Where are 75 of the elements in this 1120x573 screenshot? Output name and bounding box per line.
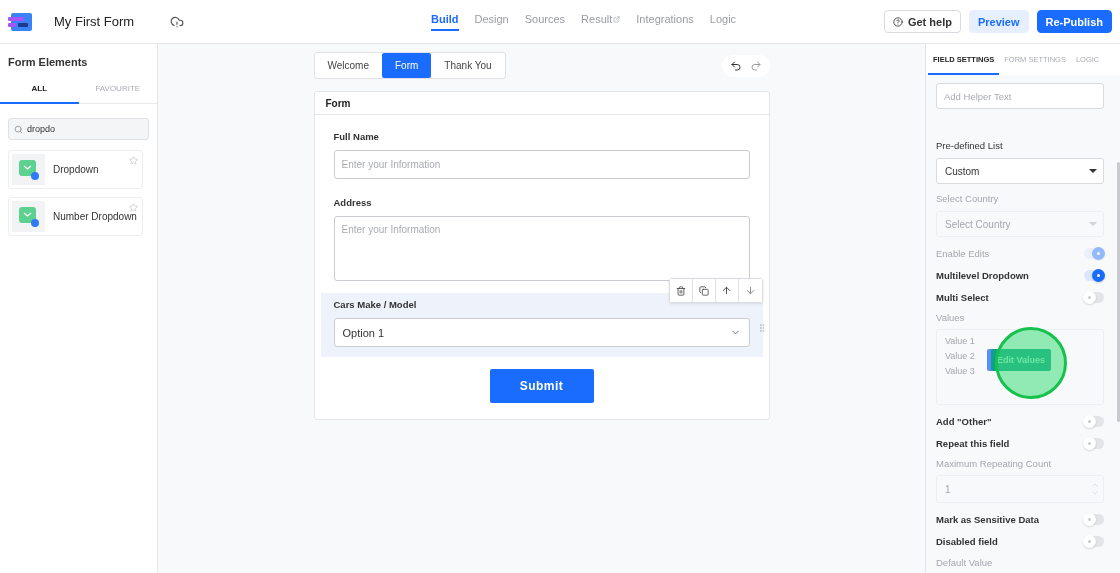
redo-icon[interactable] (749, 59, 762, 72)
setting-label: Disabled field (936, 535, 998, 547)
value-text: Value 3 (945, 366, 975, 376)
toggle-switch[interactable] (1084, 513, 1104, 525)
step-tab[interactable]: Form (382, 53, 432, 78)
toggle-switch[interactable] (1084, 415, 1104, 427)
toggle-switch[interactable] (1084, 535, 1104, 547)
element-label: Dropdown (53, 164, 99, 175)
setting-label: Repeat this field (936, 437, 1010, 449)
setting-label: Pre-defined List (936, 140, 1004, 151)
move-up-button[interactable] (715, 279, 739, 302)
helper-text-field[interactable]: Add Helper Text (936, 83, 1104, 109)
number-field[interactable]: 1 (936, 475, 1104, 503)
step-tab[interactable]: Welcome (314, 53, 382, 78)
setting-label: Select Country (936, 193, 1000, 204)
field-label: Cars Make / Model (333, 299, 418, 310)
sidebar-title: Form Elements (8, 56, 89, 68)
field-label: Address (333, 197, 373, 208)
cloud-alert-icon[interactable] (170, 14, 185, 29)
header-button[interactable]: Get help (883, 10, 961, 33)
setting-select[interactable]: Custom (936, 158, 1104, 184)
search-field[interactable]: dropdo (8, 118, 149, 140)
duplicate-button[interactable] (692, 279, 716, 302)
header-button[interactable]: Re-Publish (1036, 10, 1112, 33)
setting-label: Enable Edits (936, 247, 990, 259)
element-item[interactable]: Number Dropdown (8, 197, 143, 236)
nav-tab[interactable]: Design (474, 0, 509, 43)
setting-label: Add "Other" (936, 415, 992, 427)
form-title: My First Form (54, 14, 135, 29)
value-text: Value 1 (945, 336, 975, 346)
copy-icon (698, 285, 709, 296)
nav-tab[interactable]: Integrations (636, 0, 694, 43)
element-item[interactable]: Dropdown (8, 150, 143, 189)
trash-icon (675, 285, 686, 296)
setting-label: Maximum Repeating Count (936, 458, 1053, 469)
value-text: Value 2 (945, 351, 975, 361)
nav-tab[interactable]: Sources (524, 0, 566, 43)
setting-label: Values (936, 312, 966, 323)
card-title: Form (314, 92, 769, 115)
dropdown-element-icon (12, 201, 45, 232)
toggle-switch[interactable] (1084, 291, 1104, 303)
arrow-up-icon (721, 285, 732, 296)
search-icon (14, 125, 23, 134)
header-button[interactable]: Preview (968, 10, 1029, 33)
caret-icon (1089, 169, 1097, 173)
nav-tab[interactable]: Build (431, 0, 459, 43)
sidebar-tab[interactable]: FAVOURITE (78, 76, 157, 104)
down-icon (1091, 489, 1099, 497)
sidebar-tab[interactable]: ALL (0, 76, 79, 104)
step-tab[interactable]: Thank You (431, 53, 505, 78)
setting-label: Default Value (936, 557, 994, 568)
toggle-switch[interactable] (1084, 269, 1104, 281)
logo-icon (8, 12, 32, 31)
nav-tab[interactable]: Result (581, 0, 621, 43)
toggle-switch[interactable] (1084, 437, 1104, 449)
star-icon[interactable] (129, 203, 138, 212)
up-icon (1091, 481, 1099, 489)
setting-label: Multilevel Dropdown (936, 269, 1029, 281)
undo-icon[interactable] (729, 59, 742, 72)
element-label: Number Dropdown (53, 211, 137, 222)
setting-label: Multi Select (936, 291, 989, 303)
delete-button[interactable] (669, 279, 693, 302)
arrow-down-icon (744, 285, 756, 296)
dropdown-field[interactable]: Option 1 (333, 318, 750, 347)
textarea-field[interactable]: Enter your Information (333, 216, 750, 281)
move-down-button[interactable] (738, 279, 762, 302)
help-icon (892, 16, 903, 27)
nav-tab[interactable]: Logic (709, 0, 737, 43)
dropdown-element-icon (12, 154, 45, 185)
setting-label: Mark as Sensitive Data (936, 513, 1039, 525)
star-icon[interactable] (129, 156, 138, 165)
field-label: Full Name (333, 131, 380, 142)
text-field[interactable]: Enter your Information (333, 150, 750, 179)
submit-button[interactable]: Submit (489, 369, 594, 403)
caret-icon (1089, 222, 1097, 226)
